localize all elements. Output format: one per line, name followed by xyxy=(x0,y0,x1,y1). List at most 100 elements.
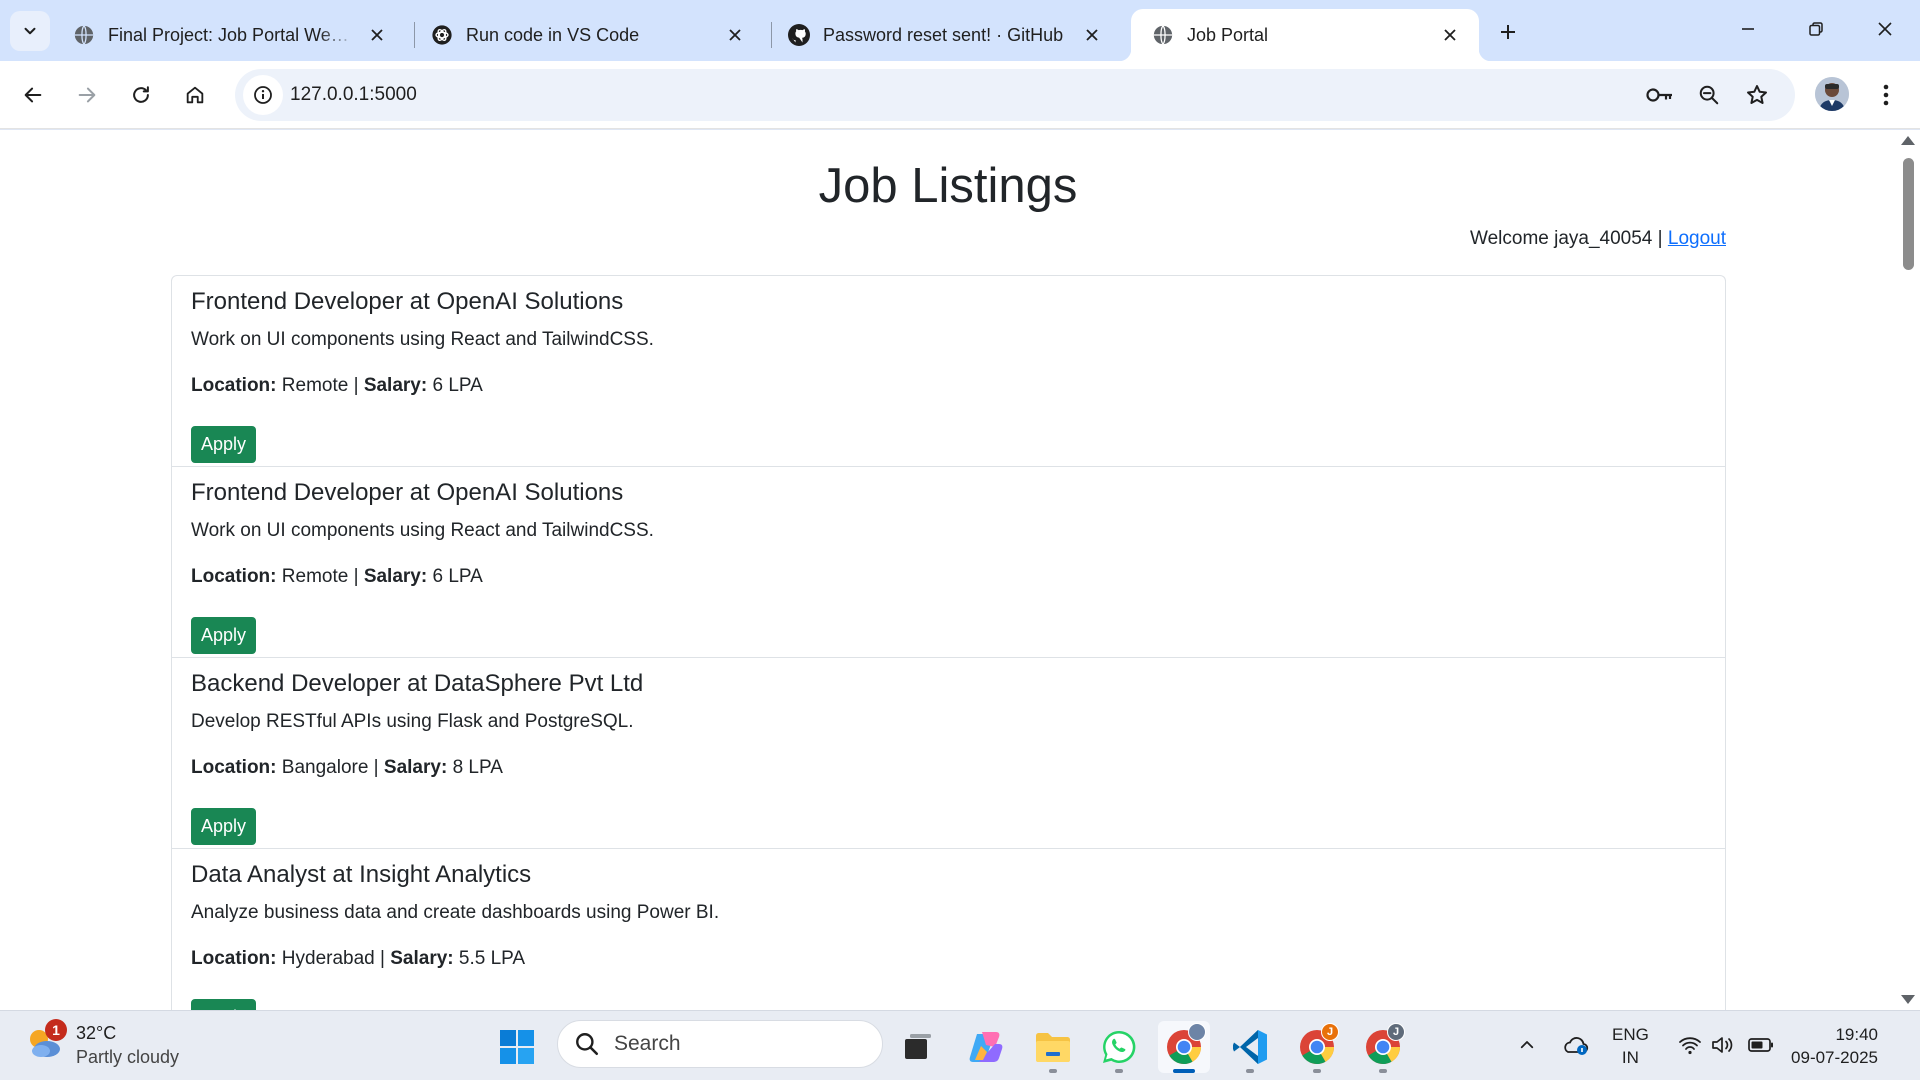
location-label: Location: xyxy=(191,947,277,969)
close-tab-icon[interactable] xyxy=(364,22,390,48)
site-info-button[interactable] xyxy=(243,75,283,115)
reload-button[interactable] xyxy=(121,75,161,115)
tab-final-project[interactable]: Final Project: Job Portal Web Ap xyxy=(52,9,406,61)
language-code: ENG xyxy=(1612,1025,1649,1044)
job-list: Frontend Developer at OpenAI Solutions W… xyxy=(171,275,1726,1010)
job-title: Frontend Developer at OpenAI Solutions xyxy=(191,479,624,506)
apply-button[interactable]: Apply xyxy=(191,808,257,845)
vscode-button[interactable] xyxy=(1224,1021,1276,1073)
speaker-icon xyxy=(1712,1037,1733,1053)
tab-run-code[interactable]: Run code in VS Code xyxy=(410,9,764,61)
job-description: Work on UI components using React and Ta… xyxy=(191,519,654,541)
page-viewport: Job Listings Welcome jaya_40054 | Logout… xyxy=(0,130,1920,1010)
bookmark-button[interactable] xyxy=(1739,77,1775,113)
password-key-button[interactable] xyxy=(1642,77,1678,113)
tab-title: Job Portal xyxy=(1187,24,1269,45)
volume-tray-button[interactable] xyxy=(1708,1030,1738,1060)
job-salary: 8 LPA xyxy=(452,756,503,778)
profile-avatar[interactable] xyxy=(1815,77,1849,111)
job-description: Develop RESTful APIs using Flask and Pos… xyxy=(191,710,634,732)
close-tab-icon[interactable] xyxy=(722,22,748,48)
job-title: Data Analyst at Insight Analytics xyxy=(191,861,532,888)
logout-link[interactable]: Logout xyxy=(1668,228,1726,249)
info-icon xyxy=(254,86,272,104)
vertical-scrollbar[interactable] xyxy=(1896,130,1920,1010)
profile-badge: J xyxy=(1387,1023,1405,1041)
close-icon xyxy=(1878,22,1892,36)
job-item: Backend Developer at DataSphere Pvt Ltd … xyxy=(172,658,1725,849)
clock-time: 19:40 xyxy=(1835,1025,1878,1044)
battery-tray-button[interactable] xyxy=(1746,1030,1776,1060)
apply-button[interactable]: Apply xyxy=(191,426,257,463)
address-bar[interactable]: 127.0.0.1:5000 xyxy=(235,69,1795,121)
chrome-profile-button-2[interactable]: J xyxy=(1357,1021,1409,1073)
onedrive-tray-button[interactable] xyxy=(1560,1030,1590,1060)
job-location: Remote xyxy=(281,565,349,587)
minimize-button[interactable] xyxy=(1720,6,1776,52)
job-title: Frontend Developer at OpenAI Solutions xyxy=(191,288,624,315)
job-item: Frontend Developer at OpenAI Solutions W… xyxy=(172,467,1725,658)
apply-button[interactable]: Apply xyxy=(191,999,257,1010)
reload-icon xyxy=(133,86,149,103)
home-icon xyxy=(186,86,204,104)
job-title: Backend Developer at DataSphere Pvt Ltd xyxy=(191,670,644,697)
wifi-icon xyxy=(1679,1037,1701,1055)
start-button[interactable] xyxy=(491,1021,543,1073)
apply-button[interactable]: Apply xyxy=(191,617,257,654)
job-salary: 6 LPA xyxy=(432,565,483,587)
profile-badge: J xyxy=(1321,1023,1339,1041)
wifi-tray-button[interactable] xyxy=(1675,1030,1705,1060)
browser-menu-button[interactable] xyxy=(1866,75,1906,115)
salary-label: Salary: xyxy=(383,756,448,778)
vscode-icon xyxy=(1233,1030,1267,1064)
job-item: Frontend Developer at OpenAI Solutions W… xyxy=(172,276,1725,467)
globe-icon xyxy=(1151,23,1175,47)
show-hidden-icons-button[interactable] xyxy=(1512,1030,1542,1060)
close-window-button[interactable] xyxy=(1857,6,1913,52)
chevron-down-icon xyxy=(24,27,36,35)
arrow-right-icon xyxy=(78,87,96,103)
job-description: Work on UI components using React and Ta… xyxy=(191,328,654,350)
back-button[interactable] xyxy=(13,75,53,115)
chrome-button-active[interactable] xyxy=(1158,1021,1210,1073)
job-location: Bangalore xyxy=(281,756,369,778)
copilot-button[interactable] xyxy=(960,1021,1012,1073)
close-tab-icon[interactable] xyxy=(1437,22,1463,48)
region-code: IN xyxy=(1621,1048,1639,1067)
whatsapp-button[interactable] xyxy=(1093,1021,1145,1073)
welcome-text: Welcome jaya_40054 | xyxy=(1470,228,1663,249)
scrollbar-thumb[interactable] xyxy=(1903,158,1914,270)
running-indicator xyxy=(1049,1069,1057,1073)
scroll-up-arrow-icon[interactable] xyxy=(1901,136,1915,145)
close-tab-icon[interactable] xyxy=(1079,22,1105,48)
scroll-down-arrow-icon[interactable] xyxy=(1901,995,1915,1004)
weather-widget[interactable]: 1 32°C Partly cloudy xyxy=(24,1019,179,1069)
page-title: Job Listings xyxy=(818,159,1078,213)
tab-job-portal[interactable]: Job Portal xyxy=(1119,9,1491,61)
new-tab-button[interactable] xyxy=(1490,14,1526,50)
github-icon xyxy=(787,23,811,47)
windows-taskbar: 1 32°C Partly cloudy Search J J ENG IN 1… xyxy=(0,1010,1920,1080)
zoom-button[interactable] xyxy=(1691,77,1727,113)
tab-search-button[interactable] xyxy=(10,11,50,51)
search-label: Search xyxy=(614,1032,681,1055)
forward-button[interactable] xyxy=(67,75,107,115)
job-item: Data Analyst at Insight Analytics Analyz… xyxy=(172,849,1725,1010)
running-indicator xyxy=(1246,1069,1254,1073)
home-button[interactable] xyxy=(175,75,215,115)
file-explorer-button[interactable] xyxy=(1027,1021,1079,1073)
taskbar-search[interactable]: Search xyxy=(557,1020,883,1068)
weather-icon: 1 xyxy=(24,1019,67,1065)
job-meta: Location: Remote | Salary: 6 LPA xyxy=(191,565,483,587)
language-indicator[interactable]: ENG IN xyxy=(1612,1023,1649,1069)
restore-button[interactable] xyxy=(1788,6,1844,52)
minimize-icon xyxy=(1742,28,1754,30)
system-clock[interactable]: 19:40 09-07-2025 xyxy=(1791,1023,1878,1069)
task-view-button[interactable] xyxy=(892,1021,944,1073)
chrome-profile-button[interactable]: J xyxy=(1291,1021,1343,1073)
url-text[interactable]: 127.0.0.1:5000 xyxy=(290,69,417,121)
job-meta: Location: Remote | Salary: 6 LPA xyxy=(191,374,483,396)
tab-github[interactable]: Password reset sent! · GitHub xyxy=(767,9,1121,61)
tab-title: Final Project: Job Portal Web Ap xyxy=(108,24,356,45)
running-indicator xyxy=(1115,1069,1123,1073)
